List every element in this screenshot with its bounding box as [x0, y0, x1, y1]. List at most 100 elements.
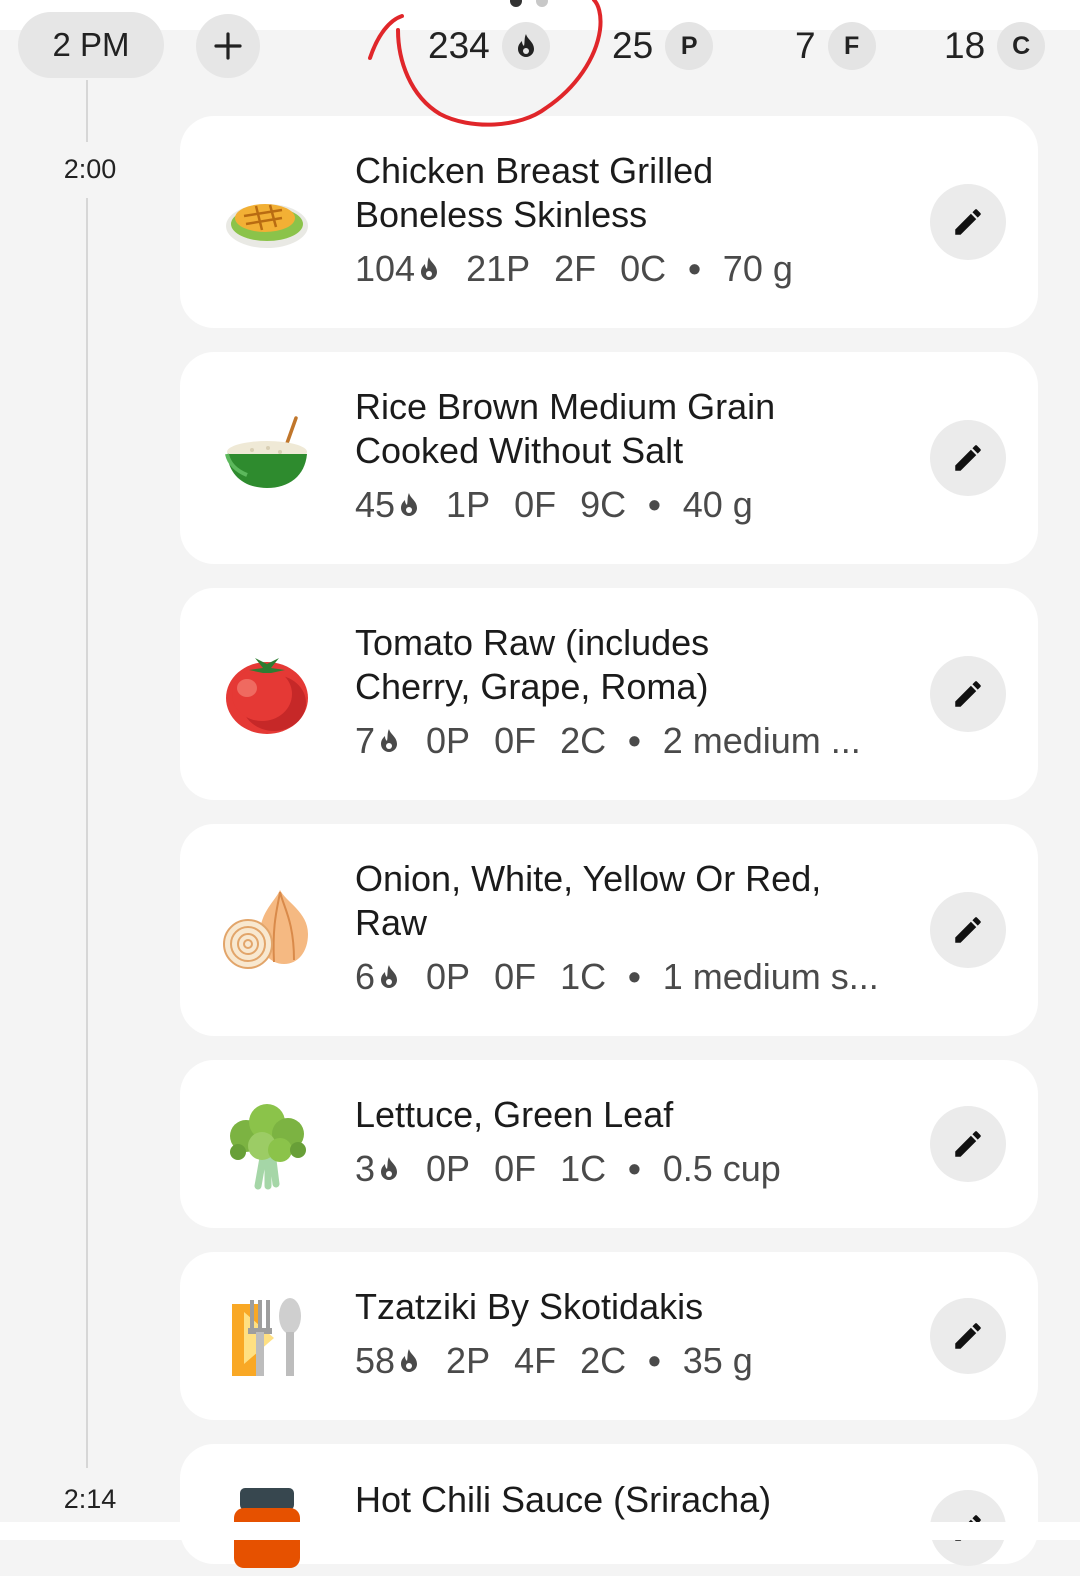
food-carbs: 1C	[560, 1148, 607, 1189]
food-macros: 45 1P 0F 9C • 40 g	[355, 484, 753, 526]
fat-total: 7	[795, 25, 816, 66]
separator-dot: •	[688, 248, 701, 289]
food-amount: 2 medium ...	[662, 720, 861, 761]
food-calories: 3	[355, 1148, 376, 1189]
flame-icon	[381, 965, 398, 988]
food-name-line: Onion, White, Yellow Or Red,	[355, 858, 822, 899]
food-protein: 1P	[446, 484, 491, 525]
food-name: Chicken Breast Grilled Boneless Skinless	[355, 149, 915, 237]
edit-button[interactable]	[930, 892, 1006, 968]
flame-icon	[401, 1349, 418, 1372]
fat-badge: F	[827, 22, 876, 70]
grilled-chicken-icon	[226, 204, 308, 248]
pencil-icon	[955, 445, 981, 471]
food-fat: 2F	[554, 248, 597, 289]
page-dot	[536, 0, 548, 7]
flame-icon	[421, 257, 438, 280]
separator-dot: •	[648, 484, 661, 525]
edit-button[interactable]	[930, 184, 1006, 260]
pencil-icon	[955, 917, 981, 943]
carbs-total: 18	[944, 25, 986, 66]
food-calories: 7	[355, 720, 376, 761]
food-name: Onion, White, Yellow Or Red, Raw	[355, 857, 915, 945]
food-entry-card[interactable]: Tzatziki By Skotidakis 58 2P 4F 2C • 35 …	[180, 1252, 1038, 1420]
food-macros: 58 2P 4F 2C • 35 g	[355, 1340, 753, 1382]
food-entry-card[interactable]: Tomato Raw (includes Cherry, Grape, Roma…	[180, 588, 1038, 800]
food-protein: 0P	[426, 956, 471, 997]
food-macros: 7 0P 0F 2C • 2 medium ...	[355, 720, 861, 762]
separator-dot: •	[648, 1340, 661, 1381]
food-name: Tomato Raw (includes Cherry, Grape, Roma…	[355, 621, 915, 709]
flame-badge	[501, 22, 550, 70]
page-indicator	[510, 0, 562, 12]
food-macros: 104 21P 2F 0C • 70 g	[355, 248, 793, 290]
carbs-badge: C	[997, 22, 1046, 70]
food-entry-card[interactable]: Onion, White, Yellow Or Red, Raw 6 0P 0F…	[180, 824, 1038, 1036]
food-fat: 0F	[494, 956, 537, 997]
add-entry-button[interactable]	[196, 14, 260, 78]
edit-button[interactable]	[930, 1298, 1006, 1374]
food-amount: 1 medium s...	[662, 956, 879, 997]
separator-dot: •	[628, 720, 641, 761]
pencil-icon	[955, 681, 981, 707]
calories-summary: 234	[428, 14, 550, 78]
onion-icon	[223, 890, 308, 969]
food-macros: 6 0P 0F 1C • 1 medium s...	[355, 956, 879, 998]
food-name-line: Hot Chili Sauce (Sriracha)	[355, 1479, 772, 1520]
calories-total: 234	[428, 25, 490, 66]
fat-summary: 7 F	[795, 14, 876, 78]
food-amount: 70 g	[722, 248, 793, 289]
cutlery-icon	[232, 1298, 301, 1376]
pencil-icon	[955, 1131, 981, 1157]
food-entry-card[interactable]: Lettuce, Green Leaf 3 0P 0F 1C • 0.5 cup	[180, 1060, 1038, 1228]
separator-dot: •	[628, 1148, 641, 1189]
food-name-line: Tomato Raw (includes	[355, 622, 710, 663]
food-name-line: Rice Brown Medium Grain	[355, 386, 776, 427]
separator-dot: •	[628, 956, 641, 997]
food-fat: 0F	[494, 720, 537, 761]
rice-bowl-icon	[225, 416, 307, 488]
food-fat: 0F	[514, 484, 557, 525]
food-protein: 2P	[446, 1340, 491, 1381]
food-entry-card[interactable]: Rice Brown Medium Grain Cooked Without S…	[180, 352, 1038, 564]
food-amount: 35 g	[682, 1340, 753, 1381]
food-amount: 40 g	[682, 484, 753, 525]
carbs-summary: 18 C	[944, 14, 1046, 78]
tomato-icon	[226, 658, 308, 734]
bottom-strip	[0, 1522, 1080, 1540]
food-macros: 3 0P 0F 1C • 0.5 cup	[355, 1148, 781, 1190]
food-name: Rice Brown Medium Grain Cooked Without S…	[355, 385, 915, 473]
timeline-line	[86, 80, 88, 142]
flame-icon	[517, 34, 534, 57]
food-carbs: 2C	[580, 1340, 627, 1381]
food-calories: 58	[355, 1340, 396, 1381]
edit-button[interactable]	[930, 420, 1006, 496]
pencil-icon	[955, 1323, 981, 1349]
food-name-line: Lettuce, Green Leaf	[355, 1094, 674, 1135]
food-fat: 0F	[494, 1148, 537, 1189]
edit-button[interactable]	[930, 1106, 1006, 1182]
food-carbs: 1C	[560, 956, 607, 997]
food-carbs: 9C	[580, 484, 627, 525]
pencil-icon	[955, 209, 981, 235]
time-label: 2 PM	[52, 26, 130, 63]
food-name-line: Boneless Skinless	[355, 194, 648, 235]
page-dot-active	[510, 0, 522, 7]
time-selector[interactable]: 2 PM	[18, 12, 164, 78]
food-protein: 0P	[426, 1148, 471, 1189]
food-name: Tzatziki By Skotidakis	[355, 1285, 915, 1329]
lettuce-icon	[230, 1104, 306, 1190]
food-name-line: Tzatziki By Skotidakis	[355, 1286, 704, 1327]
food-entry-card[interactable]: Hot Chili Sauce (Sriracha)	[180, 1444, 1038, 1568]
food-name-line: Chicken Breast Grilled	[355, 150, 714, 191]
food-amount: 0.5 cup	[662, 1148, 781, 1189]
food-protein: 21P	[466, 248, 531, 289]
food-entry-card[interactable]: Chicken Breast Grilled Boneless Skinless…	[180, 116, 1038, 328]
food-calories: 45	[355, 484, 396, 525]
food-name: Hot Chili Sauce (Sriracha)	[355, 1478, 915, 1522]
food-calories: 6	[355, 956, 376, 997]
edit-button[interactable]	[930, 656, 1006, 732]
food-name-line: Raw	[355, 902, 428, 943]
protein-badge: P	[665, 22, 714, 70]
food-calories: 104	[355, 248, 416, 289]
